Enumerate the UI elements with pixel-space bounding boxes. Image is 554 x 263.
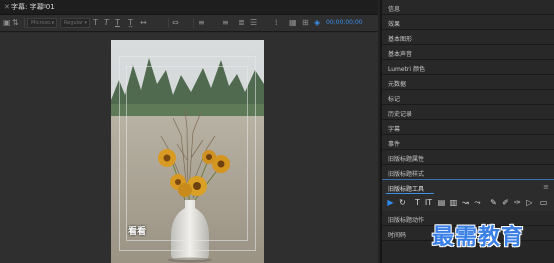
panel-label: Lumetri 颜色: [388, 66, 425, 73]
tab-stops-icon[interactable]: ⁞: [275, 17, 278, 29]
panel-legacy-title-styles[interactable]: 旧版标题样式: [382, 165, 554, 180]
kerning-icon[interactable]: ↔: [140, 17, 147, 29]
panel-label: 字幕: [388, 126, 401, 133]
panel-history[interactable]: 历史记录: [382, 105, 554, 120]
panel-metadata[interactable]: 元数据: [382, 75, 554, 90]
panel-label: 时间码: [388, 232, 407, 239]
align-left-icon[interactable]: ≡: [222, 17, 229, 29]
font-style-select[interactable]: Regular ▾: [60, 18, 90, 28]
type-tool-icon[interactable]: T: [412, 197, 423, 209]
panel-lumetri-color[interactable]: Lumetri 颜色: [382, 60, 554, 75]
italic-icon[interactable]: T: [104, 17, 109, 29]
pen-tool-icon[interactable]: ✎: [488, 197, 499, 209]
roll-crawl-icon[interactable]: ⇅: [12, 17, 19, 29]
vertical-path-type-tool-icon[interactable]: ⤳: [472, 197, 483, 209]
background-video-icon[interactable]: ⊞: [302, 17, 309, 29]
vertical-type-tool-icon[interactable]: IT: [423, 197, 434, 209]
panel-markers[interactable]: 标记: [382, 90, 554, 105]
new-title-icon[interactable]: ▣: [3, 17, 11, 29]
panel-label: 旧版标题动作: [388, 217, 425, 224]
background-video-toggle-icon[interactable]: ◈: [314, 17, 320, 29]
panel-essential-graphics[interactable]: 基本图形: [382, 30, 554, 45]
panel-legacy-title-properties[interactable]: 旧版标题属性: [382, 150, 554, 165]
selection-tool-icon[interactable]: ▶: [385, 197, 396, 209]
panel-essential-sound[interactable]: 基本声音: [382, 45, 554, 60]
active-tab-underline: [386, 193, 434, 194]
font-style-value: Regular: [64, 20, 84, 26]
hamburger-menu-icon[interactable]: ≡: [41, 2, 47, 10]
close-icon[interactable]: ✕: [4, 3, 10, 11]
timecode[interactable]: 00;00;00;00: [326, 17, 363, 29]
panel-label: 事件: [388, 141, 401, 148]
panel-captions[interactable]: 字幕: [382, 120, 554, 135]
tracking-icon[interactable]: ⇔: [172, 17, 179, 29]
title-safe-guide: [126, 66, 248, 241]
panel-label: 信息: [388, 6, 401, 13]
legacy-title-editor: ✕ 字幕: 字幕 01 ≡ ▣ ⇅ Microso... ▾ Regular ▾ T…: [0, 0, 378, 263]
panel-label: 旧版标题属性: [388, 156, 425, 163]
panel-label: 基本图形: [388, 36, 413, 43]
path-type-tool-icon[interactable]: ↝: [460, 197, 471, 209]
panel-label: 基本声音: [388, 51, 413, 58]
tools-panel-title[interactable]: 旧版标题工具: [388, 184, 424, 193]
panel-label: 元数据: [388, 81, 407, 88]
panel-label: 标记: [388, 96, 401, 103]
convert-anchor-tool-icon[interactable]: ▷: [524, 197, 535, 209]
caption-text[interactable]: 看看: [128, 224, 146, 237]
title-canvas[interactable]: 看看: [0, 33, 378, 263]
align-center-icon[interactable]: ≣: [238, 17, 245, 29]
title-toolbar: ▣ ⇅ Microso... ▾ Regular ▾ T T T T̲ ↔ ⇔ ≡ …: [0, 15, 378, 32]
editor-tab-title[interactable]: 字幕: 字幕 01: [11, 2, 55, 12]
panel-effects[interactable]: 效果: [382, 15, 554, 30]
delete-anchor-tool-icon[interactable]: ✑: [512, 197, 523, 209]
rectangle-tool-icon[interactable]: ▭: [538, 197, 549, 209]
panel-label: 效果: [388, 21, 401, 28]
panel-legacy-title-tools: 旧版标题工具 ≡ ▶ ↻ T IT ▤ ▥ ↝ ⤳ ✎ ✐ ✑ ▷ ▭: [382, 179, 554, 211]
rotation-tool-icon[interactable]: ↻: [397, 197, 408, 209]
vertical-area-type-tool-icon[interactable]: ▥: [448, 197, 459, 209]
add-anchor-tool-icon[interactable]: ✐: [500, 197, 511, 209]
area-type-tool-icon[interactable]: ▤: [436, 197, 447, 209]
font-family-select[interactable]: Microso... ▾: [27, 18, 57, 28]
text-icon[interactable]: T: [93, 17, 98, 29]
panel-label: 旧版标题样式: [388, 171, 425, 178]
template-icon[interactable]: ▦: [289, 17, 297, 29]
underline-icon[interactable]: T: [115, 17, 120, 29]
watermark-logo: 最需教育: [432, 224, 525, 250]
hamburger-menu-icon[interactable]: ≡: [543, 183, 549, 191]
font-size-icon[interactable]: T̲: [128, 17, 133, 29]
panel-events[interactable]: 事件: [382, 135, 554, 150]
editor-tab-bar: ✕ 字幕: 字幕 01 ≡: [0, 0, 378, 15]
align-right-icon[interactable]: ☰: [250, 17, 257, 29]
panel-info[interactable]: 信息: [382, 0, 554, 15]
panel-label: 历史记录: [388, 111, 413, 118]
leading-icon[interactable]: ≡: [198, 17, 205, 29]
